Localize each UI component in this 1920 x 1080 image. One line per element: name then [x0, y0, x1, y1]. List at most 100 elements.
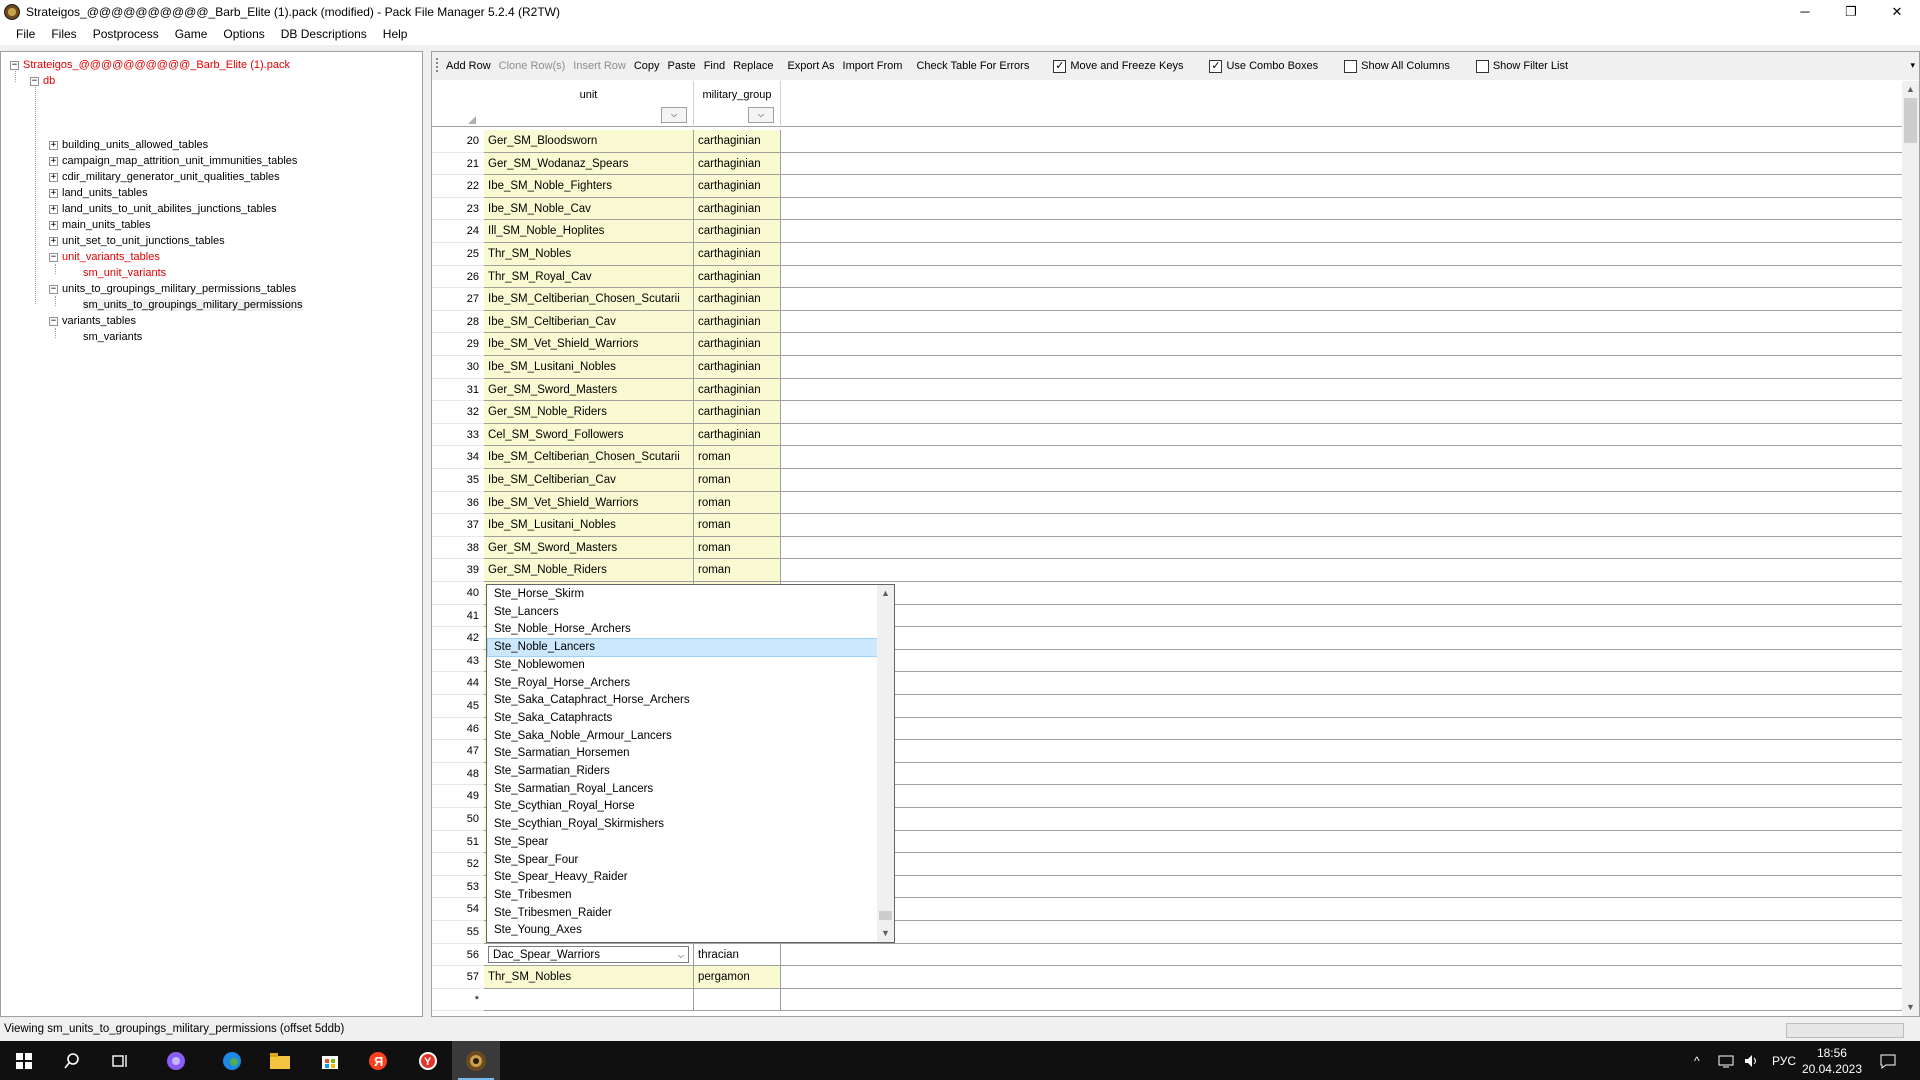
cell-military-group[interactable]: pergamon — [694, 966, 781, 989]
table-row[interactable]: 20 Ger_SM_Bloodsworn carthaginian — [432, 130, 1903, 153]
file-explorer-icon[interactable] — [256, 1041, 304, 1080]
row-header[interactable]: 44 — [432, 672, 484, 695]
task-view-icon[interactable] — [96, 1041, 144, 1080]
unit-combo-dropdown-list[interactable]: Ste_Horse_Skirm Ste_Lancers Ste_Noble_Hors… — [486, 584, 895, 943]
table-row[interactable]: 34 Ibe_SM_Celtiberian_Chosen_Scutarii roma… — [432, 446, 1903, 469]
add-row-button[interactable]: Add Row — [442, 60, 495, 72]
dropdown-option[interactable]: Ste_Spear — [488, 834, 878, 851]
row-header[interactable]: 34 — [432, 446, 484, 469]
row-header[interactable]: 33 — [432, 424, 484, 447]
checkbox-unchecked-icon[interactable] — [1344, 59, 1358, 73]
expand-toggle-icon[interactable]: + — [49, 236, 58, 246]
row-header[interactable]: 45 — [432, 695, 484, 718]
yandex-icon[interactable]: Я — [354, 1041, 402, 1080]
table-row[interactable]: 56 Dac_Spear_Warriors ⌵ thracian — [432, 943, 1903, 967]
scroll-thumb[interactable] — [879, 911, 892, 920]
clone-rows-button[interactable]: Clone Row(s) — [495, 60, 570, 72]
row-header[interactable]: 39 — [432, 559, 484, 582]
table-row[interactable]: 24 Ill_SM_Noble_Hoplites carthaginian — [432, 220, 1903, 243]
filter-dropdown-icon[interactable]: ⌵ — [748, 107, 774, 123]
checkbox-checked-icon[interactable]: ✓ — [1053, 59, 1067, 73]
row-header[interactable]: 43 — [432, 650, 484, 673]
unit-combo-box[interactable]: Dac_Spear_Warriors ⌵ — [488, 945, 689, 964]
cell-unit[interactable] — [484, 988, 694, 1012]
cell-military-group[interactable]: carthaginian — [694, 152, 781, 176]
row-header[interactable]: 55 — [432, 921, 484, 944]
collapse-toggle-icon[interactable]: − — [30, 76, 39, 86]
cell-military-group[interactable]: carthaginian — [694, 333, 781, 356]
row-header[interactable]: 42 — [432, 627, 484, 650]
tree-node-table[interactable]: + unit_set_to_unit_junctions_tables — [49, 233, 225, 249]
cell-unit[interactable]: Ger_SM_Noble_Riders — [484, 559, 694, 582]
table-row[interactable]: 25 Thr_SM_Nobles carthaginian — [432, 243, 1903, 266]
taskbar-clock[interactable]: 18:56 20.04.2023 — [1802, 1045, 1862, 1077]
copy-button[interactable]: Copy — [630, 60, 664, 72]
cell-unit[interactable]: Ibe_SM_Celtiberian_Cav — [484, 310, 694, 334]
table-row[interactable]: 26 Thr_SM_Royal_Cav carthaginian — [432, 265, 1903, 289]
table-row[interactable]: 36 Ibe_SM_Vet_Shield_Warriors roman — [432, 491, 1903, 515]
menu-postprocess[interactable]: Postprocess — [85, 23, 167, 45]
cell-military-group[interactable]: carthaginian — [694, 288, 781, 311]
expand-toggle-icon[interactable]: + — [49, 188, 58, 198]
dropdown-option[interactable]: Ste_Scythian_Royal_Horse — [488, 798, 878, 815]
tree-node-pack-root[interactable]: − Strateigos_@@@@@@@@@@_Barb_Elite (1).p… — [10, 57, 290, 73]
row-header[interactable]: 31 — [432, 379, 484, 402]
table-row[interactable]: 57 Thr_SM_Nobles pergamon — [432, 966, 1903, 989]
edge-browser-icon[interactable] — [208, 1041, 256, 1080]
cell-military-group[interactable] — [694, 988, 781, 1012]
dropdown-option[interactable]: Ste_Saka_Noble_Armour_Lancers — [488, 728, 878, 745]
cell-military-group[interactable]: carthaginian — [694, 175, 781, 198]
tree-node-table-modified[interactable]: − unit_variants_tables — [49, 249, 160, 265]
select-all-corner[interactable] — [468, 116, 476, 124]
cell-military-group[interactable]: carthaginian — [694, 310, 781, 334]
row-header[interactable]: 20 — [432, 130, 484, 153]
cell-military-group[interactable]: carthaginian — [694, 401, 781, 424]
collapse-toggle-icon[interactable]: − — [49, 252, 58, 262]
table-row[interactable]: 37 Ibe_SM_Lusitani_Nobles roman — [432, 514, 1903, 537]
cell-unit[interactable]: Ibe_SM_Lusitani_Nobles — [484, 356, 694, 379]
move-freeze-keys-checkbox[interactable]: ✓ Move and Freeze Keys — [1047, 59, 1189, 73]
minimize-button[interactable]: ─ — [1782, 0, 1828, 23]
dropdown-scrollbar[interactable]: ▲ ▼ — [877, 585, 894, 942]
tree-node-table[interactable]: + land_units_to_unit_abilites_junctions_… — [49, 201, 277, 217]
show-all-columns-checkbox[interactable]: Show All Columns — [1338, 59, 1456, 73]
row-header[interactable]: 52 — [432, 853, 484, 876]
cell-unit[interactable]: Cel_SM_Sword_Followers — [484, 423, 694, 447]
filter-dropdown-icon[interactable]: ⌵ — [661, 107, 687, 123]
column-header-unit[interactable]: unit ⌵ — [484, 81, 694, 127]
cell-unit[interactable]: Ibe_SM_Celtiberian_Cav — [484, 469, 694, 492]
close-button[interactable]: ✕ — [1874, 0, 1920, 23]
row-header[interactable]: 38 — [432, 537, 484, 560]
column-header-military-group[interactable]: military_group ⌵ — [694, 81, 781, 127]
table-row[interactable]: 21 Ger_SM_Wodanaz_Spears carthaginian — [432, 152, 1903, 176]
cell-unit[interactable]: Ibe_SM_Vet_Shield_Warriors — [484, 491, 694, 515]
menu-db-descriptions[interactable]: DB Descriptions — [273, 23, 375, 45]
cell-unit[interactable]: Ger_SM_Noble_Riders — [484, 401, 694, 424]
scroll-thumb[interactable] — [1904, 98, 1917, 143]
scroll-down-icon[interactable]: ▼ — [1902, 999, 1919, 1016]
row-header[interactable]: 56 — [432, 944, 484, 967]
cell-military-group[interactable]: roman — [694, 446, 781, 469]
menu-file[interactable]: File — [8, 23, 43, 45]
row-header[interactable]: 57 — [432, 966, 484, 989]
tree-node-table[interactable]: + land_units_tables — [49, 185, 148, 201]
row-header[interactable]: 36 — [432, 492, 484, 515]
dropdown-option[interactable]: Ste_Tribesmen_Raider — [488, 905, 878, 922]
dropdown-option[interactable]: Ste_Scythian_Royal_Skirmishers — [488, 816, 878, 833]
table-row[interactable]: 33 Cel_SM_Sword_Followers carthaginian — [432, 423, 1903, 447]
cell-military-group[interactable]: roman — [694, 559, 781, 582]
input-language-indicator[interactable]: РУС — [1772, 1041, 1796, 1080]
tree-node-file-modified[interactable]: sm_unit_variants — [83, 265, 166, 281]
grid-vertical-scrollbar[interactable]: ▲ ▼ — [1902, 81, 1919, 1016]
check-errors-button[interactable]: Check Table For Errors — [912, 60, 1033, 72]
expand-toggle-icon[interactable]: + — [49, 204, 58, 214]
paste-button[interactable]: Paste — [664, 60, 700, 72]
scroll-down-icon[interactable]: ▼ — [877, 925, 894, 942]
cell-unit[interactable]: Ill_SM_Noble_Hoplites — [484, 220, 694, 243]
row-header[interactable]: 23 — [432, 198, 484, 221]
row-header[interactable]: 47 — [432, 740, 484, 763]
cell-military-group[interactable]: carthaginian — [694, 356, 781, 379]
yandex-browser-icon[interactable]: Y — [404, 1041, 452, 1080]
insert-row-button[interactable]: Insert Row — [569, 60, 630, 72]
cell-military-group[interactable]: carthaginian — [694, 265, 781, 289]
